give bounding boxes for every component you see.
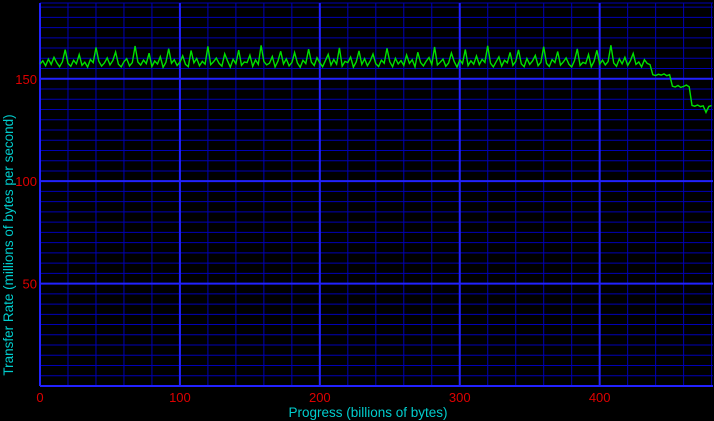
x-tick-label: 0 (36, 390, 43, 405)
x-axis-title: Progress (billions of bytes) (288, 405, 447, 420)
x-tick-label: 300 (449, 390, 471, 405)
y-tick-label: 150 (15, 72, 37, 87)
x-axis-tick-labels: 0 100 200 300 400 (36, 390, 610, 405)
x-tick-label: 400 (589, 390, 611, 405)
benchmark-graph-panel: 0 100 200 300 400 50 100 150 Progress (billion… (0, 0, 714, 421)
y-axis-tick-labels: 50 100 150 (15, 72, 37, 292)
transfer-rate-chart: 0 100 200 300 400 50 100 150 Progress (billion… (1, 2, 713, 420)
y-tick-label: 50 (23, 277, 37, 292)
y-tick-label: 100 (15, 174, 37, 189)
grid-minor-lines (40, 2, 713, 386)
y-axis-title: Transfer Rate (millions of bytes per sec… (1, 114, 16, 375)
x-tick-label: 200 (309, 390, 331, 405)
grid-major-lines (39, 3, 713, 387)
x-tick-label: 100 (169, 390, 191, 405)
